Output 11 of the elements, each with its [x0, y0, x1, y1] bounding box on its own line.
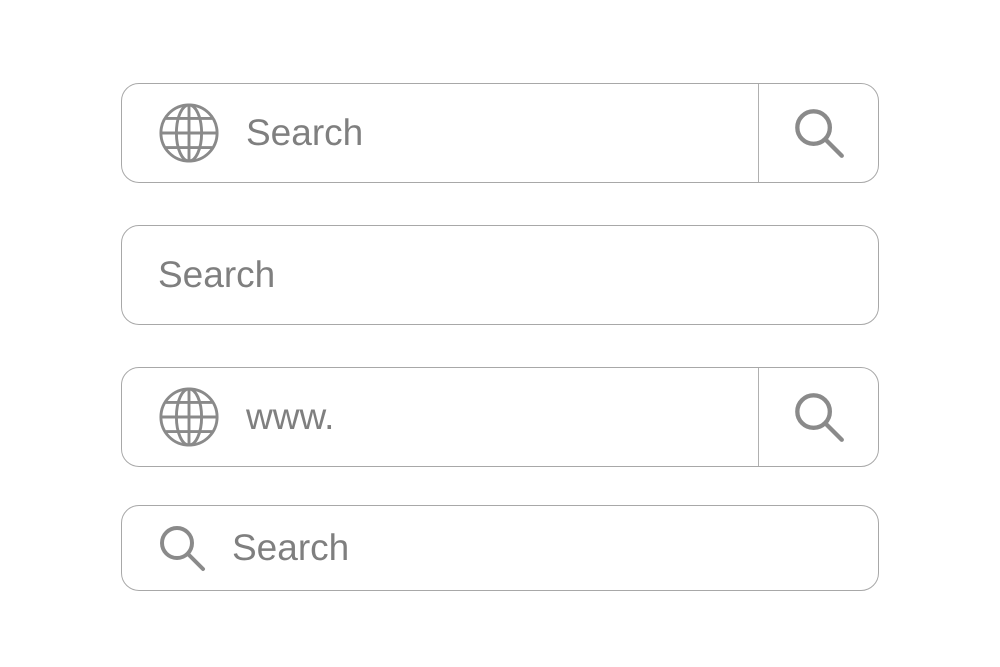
globe-icon [158, 102, 220, 164]
search-bar[interactable]: Search [121, 225, 879, 325]
search-bar[interactable]: Search [121, 505, 879, 591]
search-icon [792, 107, 844, 159]
search-icon [158, 524, 206, 572]
search-bar[interactable]: Search [121, 83, 879, 183]
search-input[interactable]: Search [220, 103, 758, 163]
search-input[interactable]: Search [206, 518, 878, 578]
search-input[interactable]: Search [158, 245, 878, 305]
search-icon [792, 391, 844, 443]
globe-icon [158, 386, 220, 448]
